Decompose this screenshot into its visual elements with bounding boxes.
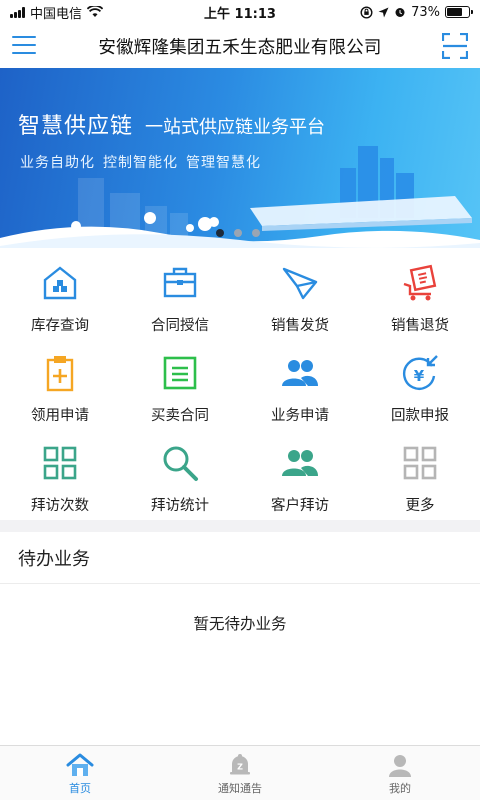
wifi-icon <box>87 6 104 17</box>
carousel-dot[interactable] <box>252 229 260 237</box>
bottom-tab-bar: 首页 Z 通知通告 我的 <box>0 745 480 800</box>
banner-tag: 管理智慧化 <box>186 155 261 171</box>
banner-tag: 控制智能化 <box>103 155 178 171</box>
briefcase-icon <box>161 264 199 302</box>
grid-item-visit-statistics[interactable]: 拜访统计 <box>120 436 240 526</box>
tab-notices[interactable]: Z 通知通告 <box>160 746 320 800</box>
todo-empty-text: 暂无待办业务 <box>193 615 287 633</box>
grid-label: 合同授信 <box>151 318 209 334</box>
banner-tags: 业务自助化 控制智能化 管理智慧化 <box>20 152 261 172</box>
grid-label: 领用申请 <box>31 408 89 424</box>
menu-icon[interactable] <box>12 34 36 56</box>
grid-label: 业务申请 <box>271 408 329 424</box>
banner-title-main: 智慧供应链 <box>18 114 134 139</box>
grid-label: 买卖合同 <box>151 408 209 424</box>
search-icon <box>161 444 199 482</box>
grid-label: 销售退货 <box>391 318 449 334</box>
people-icon <box>281 444 319 482</box>
people-icon <box>281 354 319 392</box>
battery-percent: 73% <box>411 4 440 20</box>
warehouse-icon <box>41 264 79 302</box>
carrier-label: 中国电信 <box>30 6 83 22</box>
banner-title: 智慧供应链 一站式供应链业务平台 <box>18 108 325 140</box>
svg-text:¥: ¥ <box>414 367 425 385</box>
tab-label: 通知通告 <box>218 782 262 795</box>
tab-label: 我的 <box>389 782 411 795</box>
home-icon <box>66 753 94 776</box>
grid-item-sales-delivery[interactable]: 销售发货 <box>240 256 360 346</box>
grid-label: 拜访统计 <box>151 498 209 514</box>
grid-item-customer-visit[interactable]: 客户拜访 <box>240 436 360 526</box>
banner-tag: 业务自助化 <box>20 155 95 171</box>
carousel-dot[interactable] <box>216 229 224 237</box>
grid-item-sales-return[interactable]: 销售退货 <box>360 256 480 346</box>
grid-item-visit-count[interactable]: 拜访次数 <box>0 436 120 526</box>
yen-return-icon: ¥ <box>401 354 439 392</box>
carousel-dot[interactable] <box>234 229 242 237</box>
grid-more-icon <box>401 444 439 482</box>
banner-subtitle: 一站式供应链业务平台 <box>145 117 326 138</box>
promo-banner[interactable]: 智慧供应链 一站式供应链业务平台 业务自助化 控制智能化 管理智慧化 <box>0 68 480 248</box>
signal-icon <box>10 6 25 18</box>
tab-home[interactable]: 首页 <box>0 746 160 800</box>
alarm-icon <box>395 8 405 17</box>
lock-rotation-icon <box>360 5 373 19</box>
grid-item-payment-report[interactable]: ¥ 回款申报 <box>360 346 480 436</box>
todo-section-title: 待办业务 <box>0 532 480 584</box>
carousel-dots <box>216 229 260 237</box>
grid-label: 销售发货 <box>271 318 329 334</box>
grid-item-trade-contract[interactable]: 买卖合同 <box>120 346 240 436</box>
tab-label: 首页 <box>69 782 91 795</box>
grid-label: 更多 <box>405 498 435 514</box>
grid-label: 库存查询 <box>31 318 89 334</box>
grid-label: 拜访次数 <box>31 498 89 514</box>
tab-profile[interactable]: 我的 <box>320 746 480 800</box>
clipboard-plus-icon <box>41 354 79 392</box>
grid-item-more[interactable]: 更多 <box>360 436 480 526</box>
battery-icon <box>445 6 473 18</box>
grid-item-contract-credit[interactable]: 合同授信 <box>120 256 240 346</box>
svg-text:Z: Z <box>237 763 243 772</box>
bell-icon: Z <box>230 754 250 775</box>
location-icon <box>378 7 389 17</box>
paper-plane-icon <box>281 264 319 302</box>
grid-label: 回款申报 <box>391 408 449 424</box>
status-bar: 中国电信 上午 11:13 73% <box>0 0 480 24</box>
function-grid: 库存查询 合同授信 销售发货 销售退货 领用申请 买卖合同 业务申请 ¥ 回款申… <box>0 256 480 526</box>
grid-label: 客户拜访 <box>271 498 329 514</box>
grid-icon <box>41 444 79 482</box>
user-icon <box>389 755 411 777</box>
page-title: 安徽辉隆集团五禾生态肥业有限公司 <box>98 37 382 58</box>
app-header: 安徽辉隆集团五禾生态肥业有限公司 <box>0 24 480 68</box>
grid-item-business-application[interactable]: 业务申请 <box>240 346 360 436</box>
scan-icon[interactable] <box>442 33 468 59</box>
grid-item-requisition[interactable]: 领用申请 <box>0 346 120 436</box>
cart-return-icon <box>401 264 439 302</box>
contract-icon <box>161 354 199 392</box>
section-divider <box>0 520 480 532</box>
grid-item-inventory[interactable]: 库存查询 <box>0 256 120 346</box>
